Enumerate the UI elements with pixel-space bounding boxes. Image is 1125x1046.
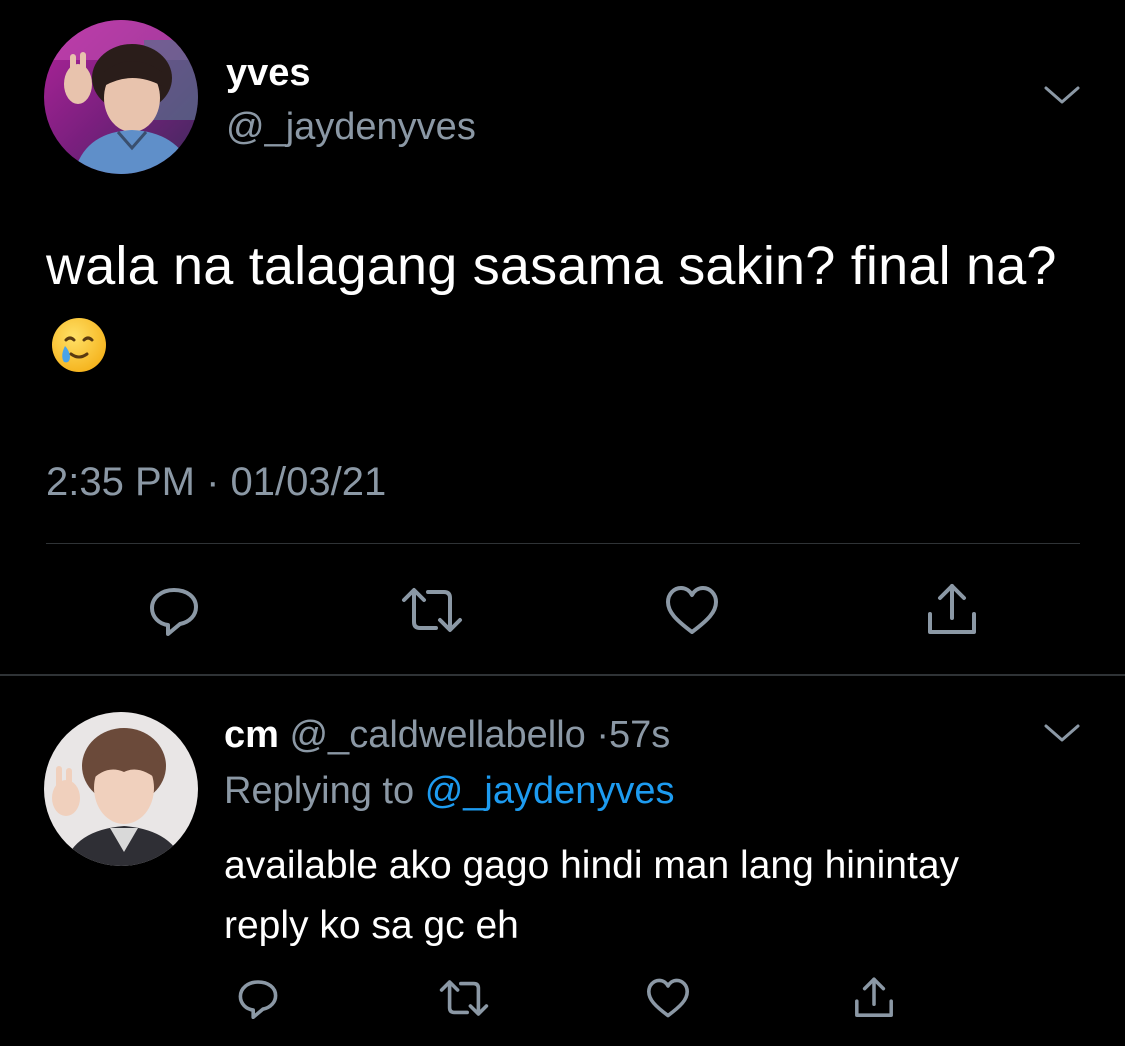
replying-to: Replying to @_jaydenyves [224,768,675,814]
profile-photo-icon [44,712,198,866]
tweet-text: wala na talagang sasama sakin? final na? [46,226,1066,386]
share-icon [928,584,976,634]
share-icon [855,977,893,1017]
like-button[interactable] [642,972,694,1024]
reply-icon [238,980,278,1019]
chevron-down-icon[interactable] [1042,84,1082,108]
tweet-thread: yves @_jaydenyves wala na talagang sasam… [0,0,1125,1046]
tweet-timestamp[interactable]: 2:35 PM · 01/03/21 [46,458,386,506]
author-name[interactable]: cm [224,714,279,756]
reply-icon [150,588,198,636]
replying-to-label: Replying to [224,770,415,812]
separator-dot: · [596,714,610,756]
like-icon [666,586,718,634]
avatar[interactable] [44,712,198,866]
author-handle[interactable]: @_caldwellabello [289,714,585,756]
tweet-body: wala na talagang sasama sakin? final na? [46,236,1057,296]
replying-to-handle-link[interactable]: @_jaydenyves [425,770,675,812]
like-button[interactable] [660,578,724,642]
author-name[interactable]: yves [226,50,311,96]
like-icon [647,978,689,1018]
share-button[interactable] [920,578,984,642]
thread-divider [0,674,1125,676]
share-button[interactable] [848,972,900,1024]
reply-body: available ako gago hindi man lang hinint… [224,844,960,947]
divider [46,543,1080,544]
retweet-icon [402,588,462,632]
author-handle[interactable]: @_jaydenyves [226,104,476,150]
profile-photo-icon [44,20,198,174]
retweet-button[interactable] [400,578,464,642]
reply-button[interactable] [142,578,206,642]
chevron-down-icon[interactable] [1042,722,1082,746]
retweet-icon [439,980,489,1016]
reply-button[interactable] [232,972,284,1024]
time-ago[interactable]: 57s [609,714,670,756]
retweet-button[interactable] [438,972,490,1024]
smiling-face-with-tear-emoji [52,318,106,372]
avatar[interactable] [44,20,198,174]
reply-header: cm @_caldwellabello ·57s [224,712,670,758]
